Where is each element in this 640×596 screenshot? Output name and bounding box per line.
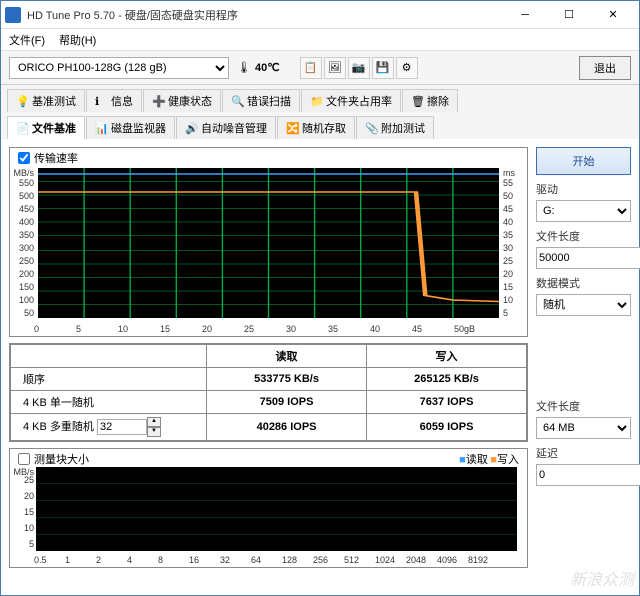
tab-error-scan[interactable]: 🔍错误扫描: [222, 89, 300, 113]
transfer-rate-label: 传输速率: [34, 150, 78, 166]
window-title: HD Tune Pro 5.70 - 硬盘/固态硬盘实用程序: [27, 7, 503, 23]
watermark: 新浪众测: [570, 566, 634, 590]
tab-folder-usage[interactable]: 📁文件夹占用率: [301, 89, 401, 113]
menu-file[interactable]: 文件(F): [9, 32, 45, 48]
app-icon: [5, 7, 21, 23]
tab-info[interactable]: ℹ信息: [86, 89, 142, 113]
tab-erase[interactable]: 🗑擦除: [402, 89, 458, 113]
toolbar: ORICO PH100-128G (128 gB) 🌡 40℃ 📋 🖼 📷 💾 …: [1, 51, 639, 85]
info-icon: ℹ: [95, 95, 107, 107]
results-table: 读取写入 顺序533775 KB/s265125 KB/s 4 KB 单一随机7…: [9, 343, 528, 442]
tabs-row-2: 📄文件基准 📊磁盘监视器 🔊自动噪音管理 🔀随机存取 📎附加测试: [1, 112, 639, 139]
drive-letter-select[interactable]: G:: [536, 200, 631, 222]
file-length2-label: 文件长度: [536, 398, 631, 414]
chart1-canvas: [38, 168, 499, 318]
sound-icon: 🔊: [185, 122, 197, 134]
tab-disk-monitor[interactable]: 📊磁盘监视器: [86, 116, 175, 140]
row-4kb-single: 4 KB 单一随机7509 IOPS7637 IOPS: [11, 391, 527, 414]
data-mode-select[interactable]: 随机: [536, 294, 631, 316]
drive-label: 驱动: [536, 181, 631, 197]
tab-random-access[interactable]: 🔀随机存取: [277, 116, 355, 140]
y-axis-unit: MB/s: [12, 168, 34, 178]
delay-label: 延迟: [536, 445, 631, 461]
transfer-rate-chart: 传输速率 MB/s ms 550500450400350300250200150…: [9, 147, 528, 337]
monitor-icon: 📊: [95, 122, 107, 134]
transfer-rate-checkbox[interactable]: [18, 152, 30, 164]
drive-select[interactable]: ORICO PH100-128G (128 gB): [9, 57, 229, 79]
menu-help[interactable]: 帮助(H): [59, 32, 96, 48]
tab-benchmark[interactable]: 💡基准测试: [7, 89, 85, 113]
data-mode-label: 数据模式: [536, 275, 631, 291]
menubar: 文件(F) 帮助(H): [1, 29, 639, 51]
tool-icon-1[interactable]: 📋: [300, 57, 322, 79]
queue-depth-input[interactable]: [97, 419, 147, 435]
chart2-canvas: [36, 467, 517, 551]
start-button[interactable]: 开始: [536, 147, 631, 175]
tab-aam[interactable]: 🔊自动噪音管理: [176, 116, 276, 140]
erase-icon: 🗑: [411, 95, 423, 107]
minimize-button[interactable]: ─: [503, 2, 547, 28]
tab-file-benchmark[interactable]: 📄文件基准: [7, 116, 85, 140]
file-length-label: 文件长度: [536, 228, 631, 244]
health-icon: ➕: [152, 95, 164, 107]
delay-input[interactable]: [536, 464, 640, 486]
tool-icon-2[interactable]: 🖼: [324, 57, 346, 79]
block-size-label: 测量块大小: [34, 451, 89, 467]
maximize-button[interactable]: ☐: [547, 2, 591, 28]
block-size-checkbox[interactable]: [18, 453, 30, 465]
bulb-icon: 💡: [16, 95, 28, 107]
exit-button[interactable]: 退出: [579, 56, 631, 80]
tool-icon-5[interactable]: ⚙: [396, 57, 418, 79]
file-icon: 📄: [16, 122, 28, 134]
spin-down[interactable]: ▼: [147, 427, 161, 437]
temperature: 🌡 40℃: [237, 61, 280, 74]
row-sequential: 顺序533775 KB/s265125 KB/s: [11, 368, 527, 391]
chart2-legend: ■读取 ■写入: [459, 451, 519, 467]
tabs-row-1: 💡基准测试 ℹ信息 ➕健康状态 🔍错误扫描 📁文件夹占用率 🗑擦除: [1, 85, 639, 112]
col-write: 写入: [367, 345, 527, 368]
block-size-chart: 测量块大小 ■读取 ■写入 MB/s 252015105 0.512481632…: [9, 448, 528, 568]
extra-icon: 📎: [365, 122, 377, 134]
titlebar: HD Tune Pro 5.70 - 硬盘/固态硬盘实用程序 ─ ☐ ✕: [1, 1, 639, 29]
temperature-value: 40℃: [255, 61, 280, 74]
file-length2-select[interactable]: 64 MB: [536, 417, 631, 439]
side-panel: 开始 驱动 G: 文件长度 ▲▼ MB 数据模式 随机 文件长度 64 MB: [536, 147, 631, 587]
file-length-input[interactable]: [536, 247, 640, 269]
y-axis-unit-right: ms: [503, 168, 525, 178]
scan-icon: 🔍: [231, 95, 243, 107]
tab-health[interactable]: ➕健康状态: [143, 89, 221, 113]
folder-icon: 📁: [310, 95, 322, 107]
spin-up[interactable]: ▲: [147, 417, 161, 427]
tab-extra[interactable]: 📎附加测试: [356, 116, 434, 140]
tool-icon-4[interactable]: 💾: [372, 57, 394, 79]
tool-icon-3[interactable]: 📷: [348, 57, 370, 79]
thermometer-icon: 🌡: [237, 61, 251, 74]
random-icon: 🔀: [286, 122, 298, 134]
col-read: 读取: [207, 345, 367, 368]
row-4kb-multi: 4 KB 多重随机 ▲▼40286 IOPS6059 IOPS: [11, 414, 527, 441]
close-button[interactable]: ✕: [591, 2, 635, 28]
